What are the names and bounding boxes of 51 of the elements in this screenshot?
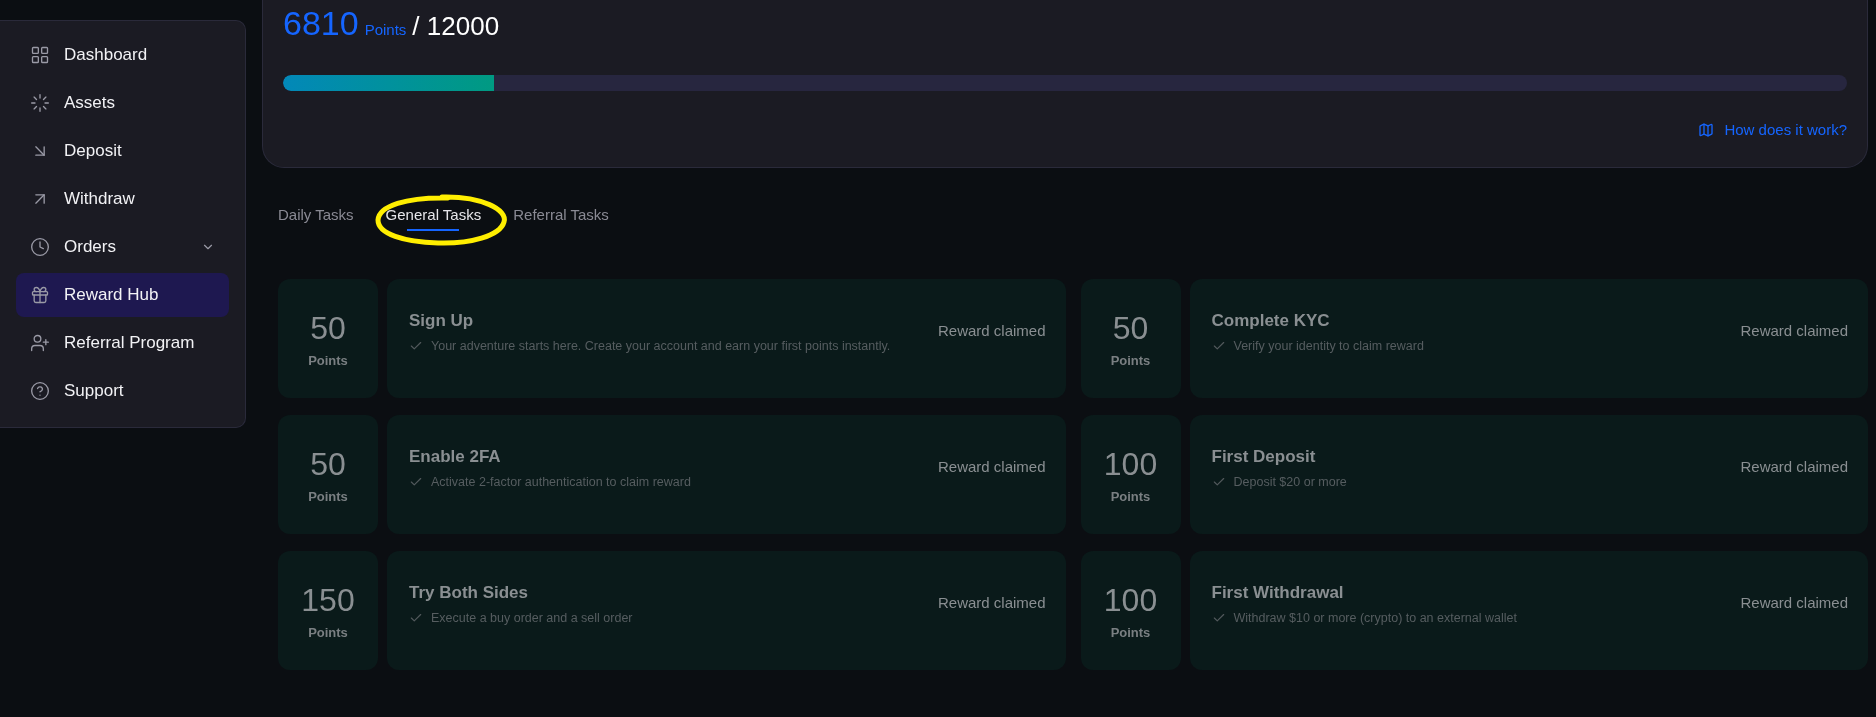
points-label: Points bbox=[1110, 624, 1151, 640]
task-title: Try Both Sides bbox=[409, 582, 530, 603]
task-title: Complete KYC bbox=[1211, 310, 1331, 331]
reward-status: Reward claimed bbox=[1740, 458, 1848, 477]
tab[interactable]: Daily Tasks bbox=[278, 206, 354, 233]
reward-status: Reward claimed bbox=[937, 322, 1046, 341]
task-description: Deposit $20 or more bbox=[1233, 474, 1347, 489]
sidebar-item[interactable]: Support bbox=[16, 369, 229, 413]
points-label: Points bbox=[1110, 488, 1151, 504]
map-icon bbox=[1698, 121, 1715, 138]
reward-status: Reward claimed bbox=[937, 594, 1046, 613]
task-points: 100 bbox=[1103, 581, 1158, 619]
task-description: Verify your identity to claim reward bbox=[1233, 338, 1424, 353]
task-points: 100 bbox=[1103, 445, 1158, 483]
sidebar-item[interactable]: Dashboard bbox=[16, 33, 229, 77]
task-title: Enable 2FA bbox=[409, 446, 502, 467]
task-points: 50 bbox=[310, 309, 346, 347]
task-description: Withdraw $10 or more (crypto) to an external wallet bbox=[1233, 610, 1517, 625]
task-description: Execute a buy order and a sell order bbox=[431, 610, 633, 625]
points-label: Points bbox=[1110, 352, 1151, 368]
task-points: 150 bbox=[301, 581, 355, 619]
grid-icon bbox=[30, 45, 50, 65]
user-add-icon bbox=[30, 333, 50, 353]
task-title: First Deposit bbox=[1211, 446, 1317, 467]
sidebar-item[interactable]: Assets bbox=[16, 81, 229, 125]
sidebar-item[interactable]: Reward Hub bbox=[16, 273, 229, 317]
task-points: 50 bbox=[1112, 309, 1149, 347]
sidebar-item[interactable]: Withdraw bbox=[16, 177, 229, 221]
sidebar-item[interactable]: Referral Program bbox=[16, 321, 229, 365]
task-title: Sign Up bbox=[409, 310, 475, 331]
gift-icon bbox=[30, 285, 50, 305]
points-goal: / 12000 bbox=[412, 11, 500, 42]
help-icon bbox=[30, 381, 50, 401]
points-unit: Points bbox=[364, 21, 407, 38]
tab[interactable]: Referral Tasks bbox=[513, 206, 609, 233]
task-description: Your adventure starts here. Create your account and earn your first points instantly. bbox=[431, 338, 891, 353]
reward-status: Reward claimed bbox=[1740, 594, 1848, 613]
sidebar-item[interactable]: Deposit bbox=[16, 129, 229, 173]
clock-icon bbox=[30, 237, 50, 257]
reward-status: Reward claimed bbox=[1740, 322, 1848, 341]
help-link[interactable]: How does it work? bbox=[1698, 121, 1847, 138]
points-label: Points bbox=[308, 624, 348, 640]
task-title: First Withdrawal bbox=[1211, 582, 1345, 603]
points-label: Points bbox=[308, 488, 348, 504]
tab[interactable]: General Tasks bbox=[385, 206, 482, 233]
reward-status: Reward claimed bbox=[937, 458, 1046, 477]
points-label: Points bbox=[308, 352, 348, 368]
sidebar-item[interactable]: Orders bbox=[16, 225, 229, 269]
task-description: Activate 2-factor authentication to claim reward bbox=[431, 474, 691, 489]
points-value: 6810 bbox=[283, 4, 359, 43]
task-points: 50 bbox=[310, 445, 346, 483]
